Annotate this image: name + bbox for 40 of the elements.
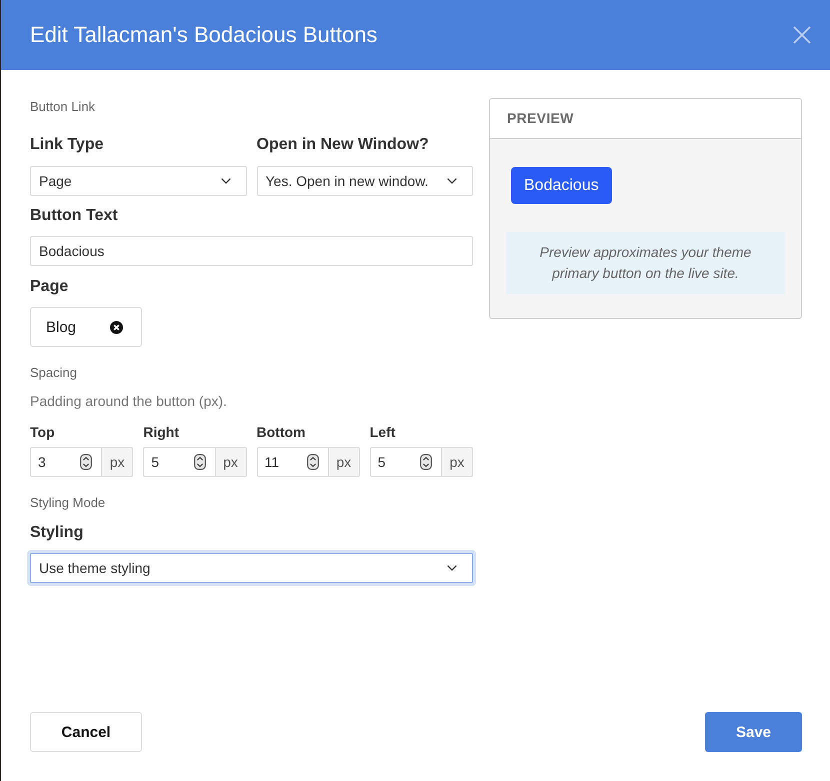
styling-select[interactable]: Use theme styling <box>27 550 476 586</box>
caret-icon <box>447 178 457 184</box>
dialog-title: Edit Tallacman's Bodacious Buttons <box>30 21 378 49</box>
section-heading: Spacing <box>30 365 77 381</box>
save-button[interactable]: Save <box>705 712 802 752</box>
section-heading: Styling Mode <box>30 495 106 511</box>
field-label: Open in New Window? <box>256 135 429 155</box>
number-field[interactable]: 11 <box>256 447 328 477</box>
unit-addon: px <box>328 447 360 477</box>
spinner-icon[interactable] <box>80 454 92 470</box>
unit-addon: px <box>214 447 246 477</box>
number-field[interactable]: 3 <box>30 447 102 477</box>
unit-addon: px <box>441 447 473 477</box>
page-name: Blog <box>46 318 76 336</box>
spinner-icon[interactable] <box>194 454 206 470</box>
field-label: Top <box>30 423 55 441</box>
unit-addon: px <box>101 447 134 477</box>
field-label: Link Type <box>30 135 104 155</box>
button-text-field[interactable]: Bodacious <box>30 236 473 266</box>
field-label: Styling <box>30 523 84 543</box>
close-icon[interactable] <box>110 320 123 334</box>
section-heading: Button Link <box>30 99 96 115</box>
cancel-button[interactable]: Cancel <box>30 712 142 752</box>
spinner-icon[interactable] <box>306 454 319 470</box>
field-label: Button Text <box>30 206 118 226</box>
field-label: Page <box>30 277 68 297</box>
preview-button[interactable]: Bodacious <box>511 167 612 204</box>
number-field[interactable]: 5 <box>370 447 441 477</box>
caret-icon <box>447 565 457 571</box>
new-window-select[interactable]: Yes. Open in new window. <box>256 166 473 196</box>
preview-note: Preview approximates your theme primary button on the live site. <box>506 232 785 294</box>
field-label: Left <box>370 423 396 441</box>
caret-icon <box>220 178 230 184</box>
help-text: Padding around the button (px). <box>30 392 227 410</box>
field-label: Right <box>143 423 180 441</box>
spinner-icon[interactable] <box>420 454 432 470</box>
preview-heading: PREVIEW <box>490 99 801 139</box>
field-label: Bottom <box>256 423 306 441</box>
link-type-select[interactable]: Page <box>30 166 246 196</box>
number-field[interactable]: 5 <box>143 447 214 477</box>
